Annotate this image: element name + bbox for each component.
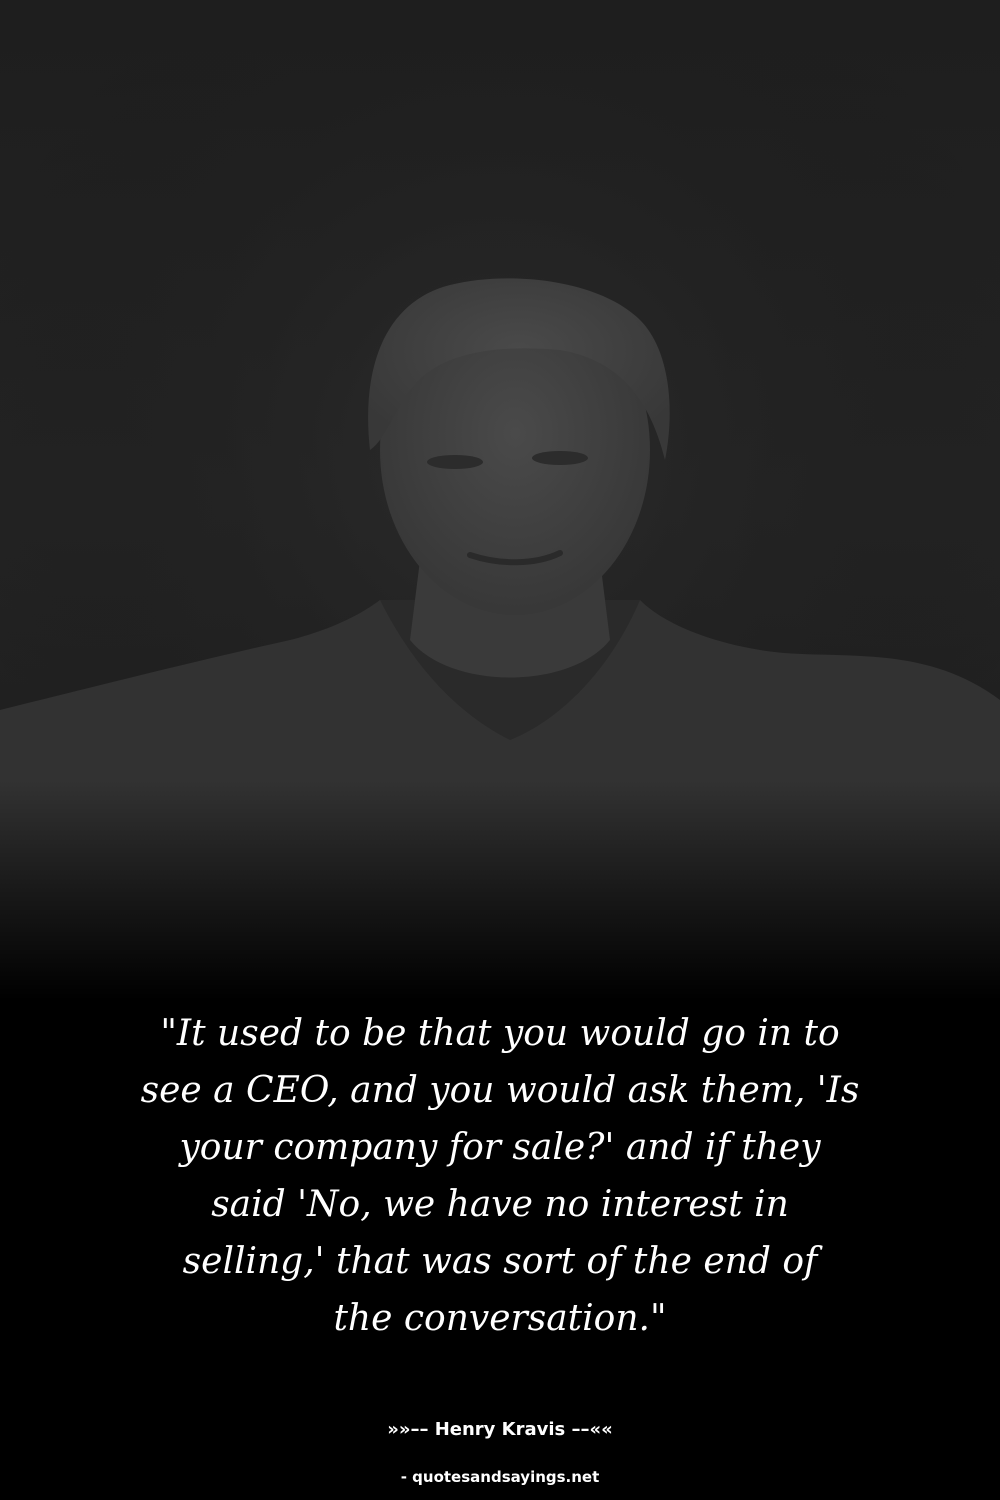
quote-card: "It used to be that you would go in to s… xyxy=(0,0,1000,1500)
quote-author: »»–– Henry Kravis ––«« xyxy=(387,1419,613,1440)
portrait-photo xyxy=(0,0,1000,1000)
quote-text: "It used to be that you would go in to s… xyxy=(140,1013,860,1339)
source-site: - quotesandsayings.net xyxy=(400,1468,600,1486)
